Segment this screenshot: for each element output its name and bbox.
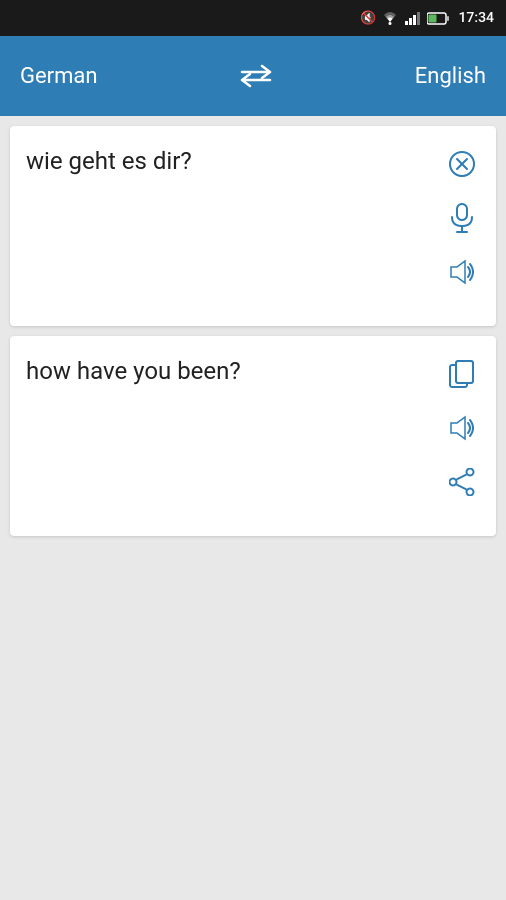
copy-button[interactable]	[444, 356, 480, 392]
clear-button[interactable]	[444, 146, 480, 182]
mute-icon: 🔇	[360, 11, 376, 26]
target-panel-icons	[440, 352, 484, 520]
status-bar: 🔇 17:34	[0, 0, 506, 36]
signal-icon	[404, 11, 422, 25]
microphone-button[interactable]	[444, 200, 480, 236]
target-language-button[interactable]: English	[415, 64, 486, 89]
source-text[interactable]: wie geht es dir?	[26, 142, 440, 310]
source-language-button[interactable]: German	[20, 64, 98, 89]
swap-languages-button[interactable]	[238, 62, 274, 90]
status-time: 17:34	[458, 10, 494, 26]
source-panel-icons	[440, 142, 484, 310]
wifi-icon	[381, 11, 399, 25]
main-content: wie geht es dir?	[0, 116, 506, 546]
share-button[interactable]	[444, 464, 480, 500]
target-text: how have you been?	[26, 352, 440, 520]
source-panel: wie geht es dir?	[10, 126, 496, 326]
target-panel: how have you been?	[10, 336, 496, 536]
target-tts-button[interactable]	[444, 410, 480, 446]
source-tts-button[interactable]	[444, 254, 480, 290]
app-toolbar: German English	[0, 36, 506, 116]
status-icons: 🔇 17:34	[360, 10, 494, 26]
battery-icon	[427, 12, 449, 25]
